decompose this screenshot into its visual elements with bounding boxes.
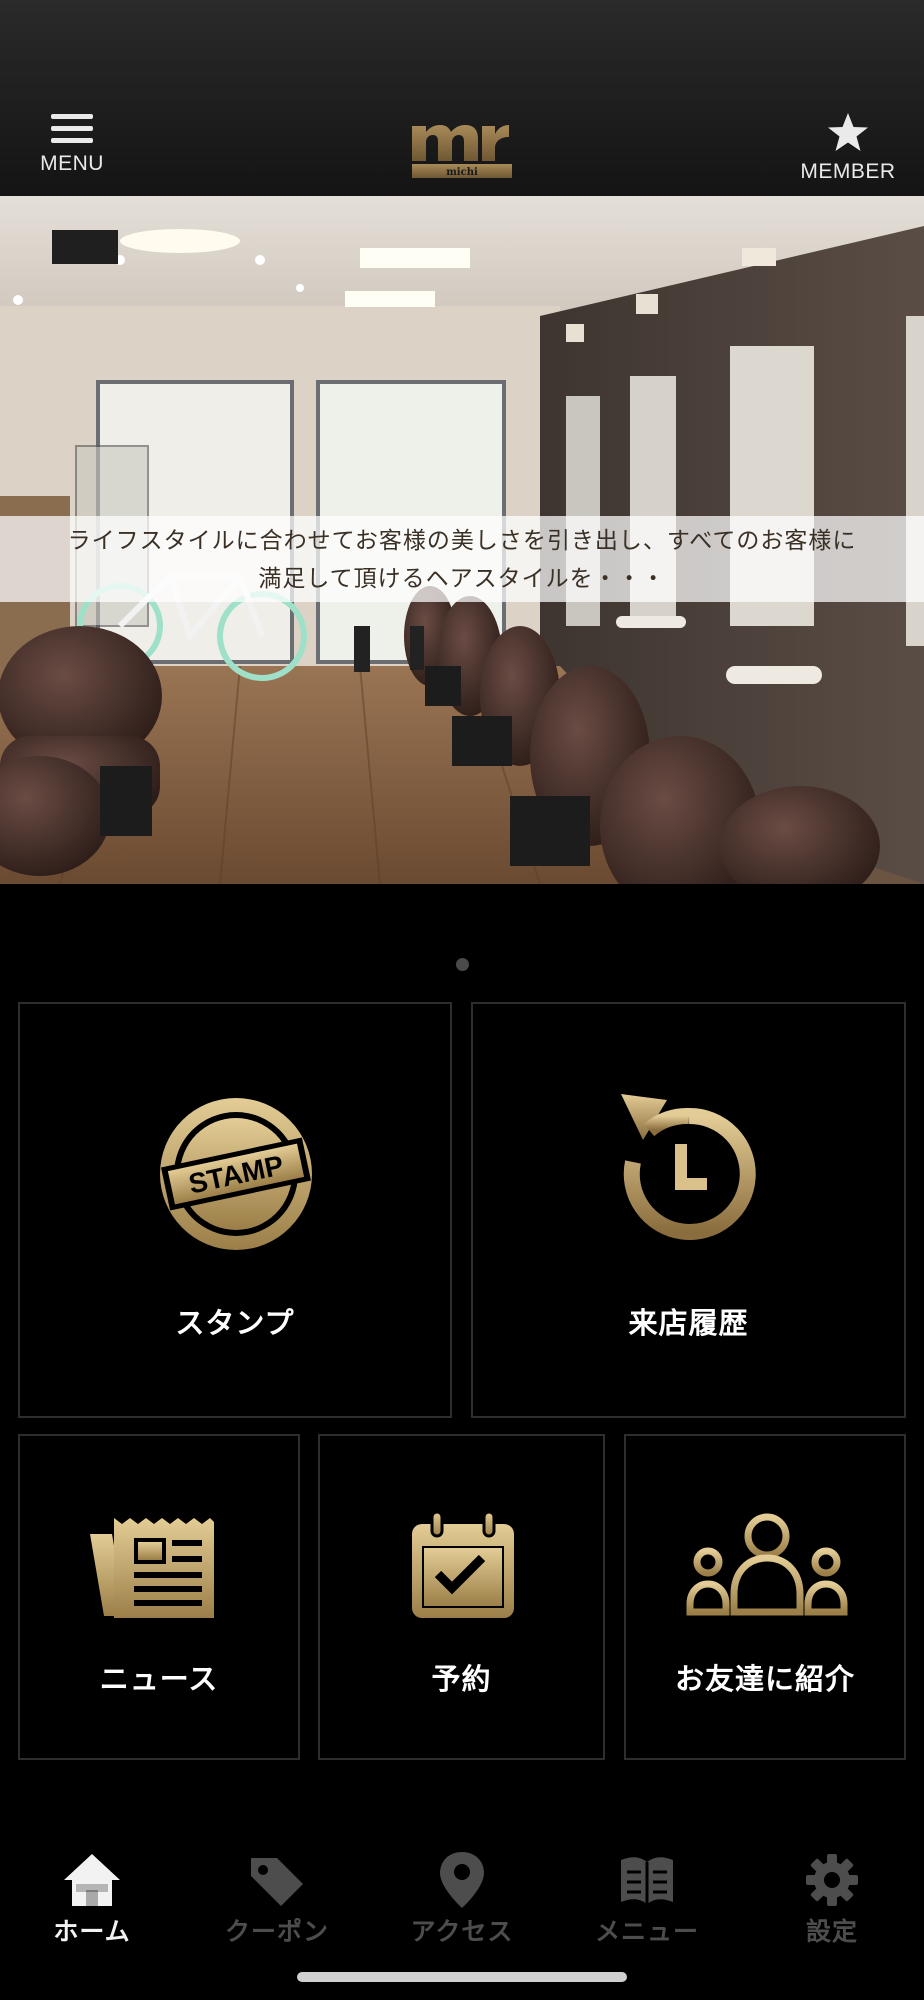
- stamp-icon: STAMP: [160, 1098, 312, 1250]
- refer-friend-label: お友達に紹介: [674, 1662, 855, 1696]
- nav-item-home[interactable]: ホーム: [0, 1828, 184, 1948]
- nav-label-settings: 設定: [805, 1917, 858, 1946]
- book-icon: [621, 1857, 673, 1904]
- star-icon: [828, 113, 868, 151]
- logo-text: michi: [446, 167, 478, 178]
- menu-button[interactable]: MENU: [12, 112, 132, 188]
- nav-item-menu[interactable]: メニュー: [555, 1828, 739, 1948]
- app-header: MENU michi MEMBER: [0, 0, 924, 196]
- gear-icon: [806, 1854, 858, 1906]
- menu-label: MENU: [40, 152, 104, 175]
- refer-friend-tile[interactable]: お友達に紹介: [624, 1434, 906, 1760]
- nav-label-home: ホーム: [53, 1917, 131, 1946]
- reservation-label: 予約: [431, 1662, 492, 1696]
- hero-banner[interactable]: ライフスタイルに合わせてお客様の美しさを引き出し、すべてのお客様に 満足して頂け…: [0, 196, 924, 884]
- stamp-tile[interactable]: STAMP スタンプ: [18, 1002, 452, 1418]
- nav-item-coupon[interactable]: クーポン: [185, 1828, 369, 1948]
- calendar-check-icon: [412, 1510, 514, 1618]
- visit-history-tile[interactable]: 来店履歴: [471, 1002, 906, 1418]
- visit-history-label: 来店履歴: [628, 1306, 749, 1340]
- nav-label-coupon: クーポン: [224, 1917, 329, 1946]
- hero-caption: ライフスタイルに合わせてお客様の美しさを引き出し、すべてのお客様に 満足して頂け…: [0, 516, 924, 602]
- newspaper-icon: [90, 1518, 214, 1618]
- group-users-icon: [686, 1513, 848, 1616]
- history-clock-icon: [621, 1094, 756, 1240]
- news-label: ニュース: [99, 1662, 219, 1696]
- member-button[interactable]: MEMBER: [778, 112, 918, 188]
- home-icon: [64, 1854, 120, 1906]
- bottom-navigation: ホーム クーポン アクセス メニュー 設定: [0, 1828, 924, 1948]
- reservation-tile[interactable]: 予約: [318, 1434, 605, 1760]
- brand-logo: michi: [410, 116, 514, 180]
- hamburger-icon: [51, 114, 93, 143]
- stamp-label: スタンプ: [175, 1306, 295, 1340]
- hero-caption-line2: 満足して頂けるヘアスタイルを・・・: [258, 566, 666, 592]
- nav-label-access: アクセス: [410, 1917, 514, 1946]
- nav-item-settings[interactable]: 設定: [740, 1828, 924, 1948]
- map-pin-icon: [440, 1852, 484, 1908]
- tag-icon: [251, 1858, 303, 1906]
- nav-label-menu: メニュー: [594, 1917, 699, 1946]
- home-indicator[interactable]: [297, 1972, 627, 1982]
- hero-caption-line1: ライフスタイルに合わせてお客様の美しさを引き出し、すべてのお客様に: [67, 528, 857, 554]
- nav-item-access[interactable]: アクセス: [370, 1828, 554, 1948]
- carousel-indicator[interactable]: [456, 958, 469, 971]
- member-label: MEMBER: [800, 160, 896, 183]
- news-tile[interactable]: ニュース: [18, 1434, 300, 1760]
